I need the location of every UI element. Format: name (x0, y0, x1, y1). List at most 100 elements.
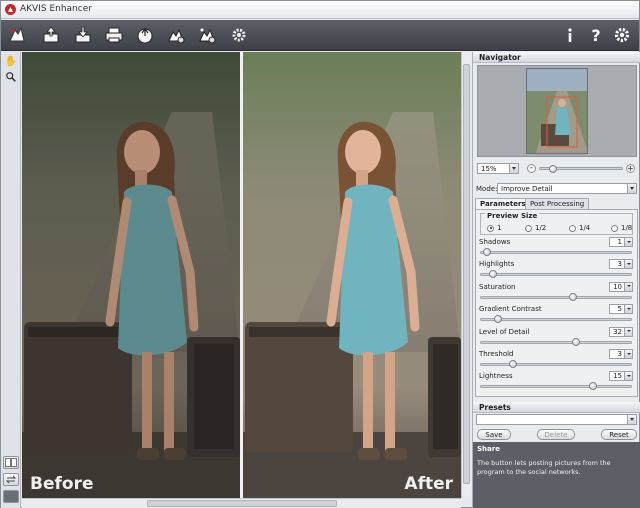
zoom-slider-knob[interactable] (549, 165, 557, 173)
spin-arrow-icon[interactable] (624, 350, 632, 358)
plugin-settings-icon[interactable] (195, 24, 219, 46)
param-slider-knob-gradient-contrast[interactable] (494, 315, 503, 324)
zoom-select[interactable]: 15% (477, 163, 519, 174)
param-value-text: 3 (617, 350, 622, 358)
radio-label: 1/8 (621, 224, 633, 232)
param-label-level-of-detail: Level of Detail (479, 327, 530, 336)
share-description: The button lets posting pictures from th… (477, 459, 611, 476)
preview-size-title: Preview Size (485, 212, 540, 220)
svg-text:?: ? (591, 26, 600, 45)
reset-button[interactable]: Reset (601, 429, 637, 440)
param-row-threshold: Threshold 3 (476, 349, 637, 371)
image-canvas[interactable]: Before After (22, 52, 461, 498)
delete-preset-button[interactable]: Delete (537, 429, 575, 440)
preview-size-option-1-4[interactable]: 1/4 (569, 224, 590, 232)
presets-dropdown-arrow-icon (627, 415, 636, 424)
spin-arrow-icon[interactable] (624, 260, 632, 269)
param-slider-gradient-contrast[interactable] (480, 318, 632, 322)
save-icon[interactable] (71, 24, 95, 46)
after-label: After (404, 474, 453, 494)
param-row-highlights: Highlights 3 (476, 259, 637, 281)
param-value-highlights[interactable]: 3 (609, 259, 633, 270)
preview-size-option-1-2[interactable]: 1/2 (525, 224, 546, 232)
zoom-tool-icon[interactable] (4, 70, 18, 84)
navigator-preview[interactable] (477, 65, 637, 157)
param-slider-level-of-detail[interactable] (480, 340, 632, 344)
navigator-header: Navigator (473, 52, 640, 63)
radio-icon (611, 224, 618, 232)
param-value-text: 10 (613, 282, 622, 291)
spin-arrow-icon[interactable] (624, 372, 632, 381)
info-icon[interactable] (558, 24, 582, 46)
share-icon[interactable] (133, 24, 157, 46)
param-label-threshold: Threshold (479, 350, 514, 358)
parameters-panel: Preview Size 1 1/2 1/4 1/8 Shadows 1 Highl… (475, 209, 638, 397)
settings-icon[interactable] (610, 24, 634, 46)
param-slider-knob-level-of-detail[interactable] (572, 337, 581, 346)
param-value-text: 5 (617, 305, 622, 314)
param-slider-knob-lightness[interactable] (589, 382, 598, 391)
spin-arrow-icon[interactable] (624, 305, 632, 314)
spin-arrow-icon[interactable] (624, 282, 632, 291)
help-icon[interactable]: ? (584, 24, 608, 46)
open-icon[interactable] (39, 24, 63, 46)
preferences-gear-icon[interactable] (227, 24, 251, 46)
spin-arrow-icon[interactable] (624, 327, 632, 336)
tab-post-processing[interactable]: Post Processing (525, 198, 590, 209)
param-slider-knob-threshold[interactable] (508, 360, 517, 368)
param-value-level-of-detail[interactable]: 32 (609, 326, 633, 337)
param-row-lightness: Lightness 15 (476, 371, 637, 393)
vertical-scroll-thumb[interactable] (463, 64, 470, 484)
before-pane: Before (22, 52, 240, 498)
param-label-highlights: Highlights (479, 260, 515, 269)
param-label-lightness: Lightness (479, 372, 513, 381)
param-value-text: 1 (617, 238, 622, 246)
param-value-lightness[interactable]: 15 (609, 371, 633, 382)
param-slider-shadows[interactable] (480, 251, 632, 254)
swap-view-button[interactable] (3, 473, 19, 486)
background-color-button[interactable] (3, 490, 19, 503)
zoom-in-icon[interactable]: + (626, 164, 635, 173)
param-slider-threshold[interactable] (480, 363, 632, 366)
before-photo (22, 52, 240, 498)
param-slider-highlights[interactable] (480, 273, 632, 277)
before-label: Before (30, 474, 94, 494)
param-slider-knob-shadows[interactable] (482, 248, 491, 256)
presets-select[interactable] (476, 414, 637, 425)
param-slider-knob-highlights[interactable] (488, 270, 497, 279)
param-value-threshold[interactable]: 3 (609, 349, 633, 359)
batch-settings-icon[interactable] (164, 24, 188, 46)
zoom-out-icon[interactable]: - (527, 164, 536, 173)
param-label-gradient-contrast: Gradient Contrast (479, 305, 542, 314)
navigator-thumbnail (526, 68, 588, 154)
param-slider-knob-saturation[interactable] (569, 292, 578, 301)
preview-size-group: Preview Size 1 1/2 1/4 1/8 (480, 212, 633, 235)
param-value-gradient-contrast[interactable]: 5 (609, 304, 633, 315)
main-toolbar: ? (1, 20, 639, 51)
param-value-shadows[interactable]: 1 (609, 237, 633, 247)
title-bar: AKVIS Enhancer (1, 1, 639, 19)
print-icon[interactable] (102, 24, 126, 46)
param-value-text: 3 (617, 260, 622, 269)
horizontal-scrollbar[interactable] (22, 498, 461, 508)
radio-icon (525, 224, 532, 232)
zoom-value: 15% (481, 165, 497, 173)
tab-parameters[interactable]: Parameters (475, 198, 531, 209)
mode-select[interactable]: Improve Detail (497, 183, 637, 194)
presets-header: Presets (473, 402, 640, 413)
preview-size-option-1[interactable]: 1 (487, 224, 501, 232)
save-preset-button[interactable]: Save (477, 429, 511, 440)
radio-label: 1 (497, 224, 502, 232)
param-label-shadows: Shadows (479, 238, 511, 246)
spin-arrow-icon[interactable] (624, 238, 632, 246)
horizontal-scroll-thumb[interactable] (147, 500, 337, 507)
hand-tool-icon[interactable]: ✋ (4, 54, 18, 68)
preview-size-option-1-8[interactable]: 1/8 (611, 224, 632, 232)
vertical-scrollbar[interactable] (461, 52, 471, 498)
radio-icon (569, 224, 576, 232)
param-value-saturation[interactable]: 10 (609, 281, 633, 292)
split-view-button[interactable] (3, 456, 19, 469)
param-slider-lightness[interactable] (480, 385, 632, 389)
param-value-text: 15 (613, 372, 622, 381)
param-slider-saturation[interactable] (480, 295, 632, 299)
